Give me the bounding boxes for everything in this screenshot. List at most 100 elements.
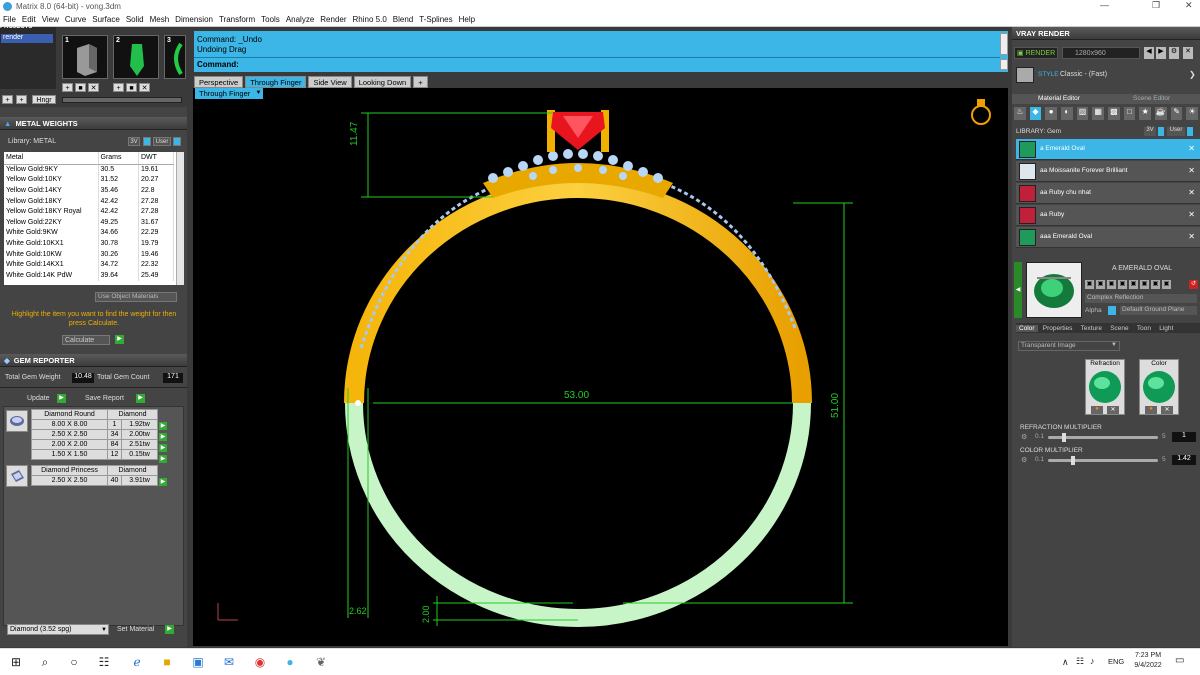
menu-analyze[interactable]: Analyze: [283, 15, 317, 24]
save-report-button[interactable]: Save Report: [85, 395, 124, 402]
menu-solid[interactable]: Solid: [123, 15, 147, 24]
preview-collapse-icon[interactable]: ◀: [1014, 262, 1022, 318]
calculate-field[interactable]: Calculate: [62, 335, 110, 345]
table-row[interactable]: White Gold:9KW 34.66 22.29: [4, 227, 175, 239]
material-item-moissanite[interactable]: aa Moissanite Forever Brilliant ✕: [1016, 161, 1200, 182]
brush-icon[interactable]: ✎: [1170, 107, 1183, 120]
set-material-button[interactable]: Set Material: [117, 626, 154, 633]
col-dwt[interactable]: DWT: [138, 152, 175, 165]
tray-chevron-icon[interactable]: ∧: [1062, 657, 1069, 668]
subtab-scene[interactable]: Scene: [1107, 325, 1131, 332]
gem-row-select-icon[interactable]: ▶: [159, 478, 167, 486]
transparent-image-select[interactable]: Transparent Image ▼: [1018, 341, 1120, 351]
remove-material-icon[interactable]: ✕: [1188, 144, 1195, 153]
table-row[interactable]: White Gold:10KX1 30.78 19.79: [4, 238, 175, 249]
star-icon[interactable]: ★: [1139, 107, 1152, 120]
gem-row-select-icon[interactable]: ▶: [159, 444, 167, 452]
command-input-scroll[interactable]: [1000, 59, 1008, 70]
light-bulb-icon[interactable]: ☀: [1186, 107, 1199, 120]
table-row[interactable]: 2.50 X 2.50 34 2.00tw: [31, 429, 158, 440]
network-icon[interactable]: ☷: [1076, 656, 1084, 667]
project-item-render[interactable]: render: [1, 34, 53, 43]
subtab-texture[interactable]: Texture: [1078, 325, 1105, 332]
gem-row-select-icon[interactable]: ▶: [159, 422, 167, 430]
color-clear-icon[interactable]: ✕: [1161, 406, 1173, 414]
use-object-materials-checkbox[interactable]: Use Object Materials: [95, 292, 177, 302]
refraction-clear-icon[interactable]: ✕: [1107, 406, 1119, 414]
tab-side-view[interactable]: Side View: [308, 76, 352, 88]
mail-icon[interactable]: ✉: [222, 655, 236, 669]
table-row[interactable]: Yellow Gold:18KY 42.42 27.28: [4, 195, 175, 207]
edge-icon[interactable]: ℯ: [130, 655, 144, 669]
gem-library-user-check[interactable]: [1187, 127, 1193, 136]
library-3v-check[interactable]: [143, 137, 151, 146]
thumb2-save-button[interactable]: ■: [126, 83, 137, 92]
cortana-icon[interactable]: ○: [67, 655, 81, 669]
table-row[interactable]: Yellow Gold:9KY 30.5 19.61: [4, 164, 175, 175]
chrome-icon[interactable]: ◉: [253, 655, 267, 669]
table-row[interactable]: White Gold:10KW 30.26 19.46: [4, 248, 175, 260]
volume-icon[interactable]: ♪: [1090, 656, 1095, 666]
task-view-icon[interactable]: ☷: [97, 655, 111, 669]
gem-material-icon[interactable]: ◆: [1029, 107, 1042, 120]
color-edit-icon[interactable]: ●: [1145, 406, 1157, 414]
preview-tool-icon[interactable]: ▣: [1151, 280, 1160, 289]
table-row[interactable]: Yellow Gold:14KY 35.46 22.8: [4, 185, 175, 196]
subtab-toon[interactable]: Toon: [1134, 325, 1154, 332]
gem-library-3v-toggle[interactable]: 3V: [1144, 127, 1156, 136]
refraction-multiplier-value[interactable]: 1: [1172, 432, 1196, 442]
menu-help[interactable]: Help: [456, 15, 478, 24]
rhino-app-icon[interactable]: ❦: [314, 655, 328, 669]
tab-material-editor[interactable]: Material Editor: [1038, 95, 1080, 102]
preview-tool-icon[interactable]: ▣: [1085, 280, 1094, 289]
remove-material-icon[interactable]: ✕: [1188, 188, 1195, 197]
project-thumb-1[interactable]: 1: [62, 35, 108, 79]
pour-icon[interactable]: ☕: [1155, 107, 1167, 120]
menu-file[interactable]: File: [0, 15, 19, 24]
material-item-ruby-chu-nhat[interactable]: aa Ruby chu nhat ✕: [1016, 183, 1200, 204]
thumb2-add-button[interactable]: +: [113, 83, 124, 92]
vray-render-button[interactable]: ▣ RENDER: [1014, 47, 1058, 59]
pattern-icon[interactable]: ▩: [1108, 107, 1120, 120]
preview-tool-icon[interactable]: ▣: [1107, 280, 1116, 289]
gem-library-3v-check[interactable]: [1158, 127, 1164, 136]
tab-through-finger[interactable]: Through Finger: [245, 76, 307, 88]
preview-reset-icon[interactable]: ↺: [1189, 280, 1198, 289]
table-row[interactable]: Yellow Gold:10KY 31.52 20.27: [4, 174, 175, 186]
material-select[interactable]: Diamond (3.52 spg) ▼: [7, 624, 109, 635]
add-project-button[interactable]: +: [2, 95, 13, 104]
language-indicator[interactable]: ENG: [1108, 657, 1124, 666]
ground-plane-select[interactable]: Default Ground Plane: [1120, 306, 1197, 315]
preview-tool-icon[interactable]: ▣: [1140, 280, 1149, 289]
drop-icon[interactable]: ♨: [1014, 107, 1026, 120]
col-grams[interactable]: Grams: [98, 152, 139, 165]
tab-perspective[interactable]: Perspective: [194, 76, 244, 88]
project-thumb-3[interactable]: 3: [164, 35, 186, 79]
preview-tool-icon[interactable]: ▣: [1118, 280, 1127, 289]
alpha-toggle[interactable]: [1108, 306, 1116, 315]
refraction-edit-icon[interactable]: ●: [1091, 406, 1103, 414]
material-item-emerald-oval-2[interactable]: aaa Emerald Oval ✕: [1016, 227, 1200, 248]
grid-icon[interactable]: ▦: [1092, 107, 1105, 120]
gem-row-select-icon[interactable]: ▶: [159, 433, 167, 441]
remove-material-icon[interactable]: ✕: [1188, 232, 1195, 241]
table-row[interactable]: White Gold:14K PdW 39.64 25.49: [4, 269, 175, 281]
remove-material-icon[interactable]: ✕: [1188, 210, 1195, 219]
menu-view[interactable]: View: [39, 15, 62, 24]
thumb-delete-button[interactable]: ✕: [88, 83, 99, 92]
store-icon[interactable]: ▣: [191, 655, 205, 669]
library-3v-toggle[interactable]: 3V: [128, 137, 140, 146]
library-user-toggle[interactable]: User: [153, 137, 171, 146]
menu-mesh[interactable]: Mesh: [147, 15, 173, 24]
update-button[interactable]: Update: [27, 395, 50, 402]
remove-material-icon[interactable]: ✕: [1188, 166, 1195, 175]
render-settings-icon[interactable]: ⚙: [1169, 47, 1179, 59]
command-prompt[interactable]: Command:: [197, 60, 239, 69]
minimize-icon[interactable]: —: [1100, 0, 1109, 10]
menu-transform[interactable]: Transform: [216, 15, 258, 24]
table-row[interactable]: 8.00 X 8.00 1 1.92tw: [31, 419, 158, 430]
material-item-emerald-oval[interactable]: a Emerald Oval ✕: [1016, 139, 1200, 160]
table-row[interactable]: White Gold:14KX1 34.72 22.32: [4, 259, 175, 270]
update-arrow-icon[interactable]: ▶: [57, 394, 66, 403]
table-row[interactable]: 2.50 X 2.50 40 3.91tw: [31, 475, 158, 486]
